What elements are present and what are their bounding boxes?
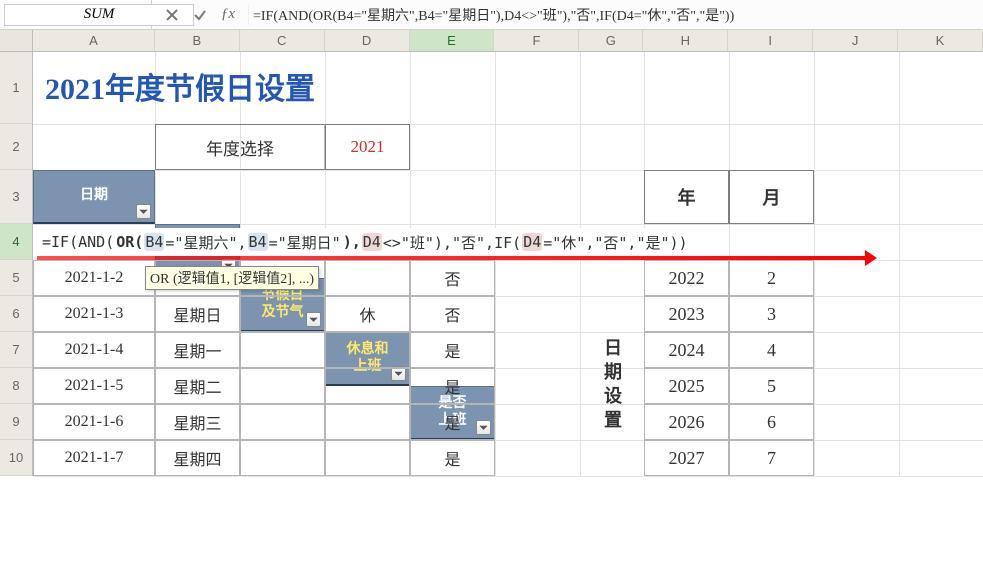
row-header-10[interactable]: 10 [0,440,32,476]
table-cell[interactable]: 否 [410,260,495,296]
cancel-icon[interactable] [162,5,182,25]
table-cell[interactable]: 星期日 [155,296,240,332]
select-all-cell[interactable] [0,30,33,51]
col-header-c[interactable]: C [240,30,325,51]
table-cell[interactable]: 是 [410,332,495,368]
right-month-cell[interactable]: 7 [729,440,814,476]
row-header-2[interactable]: 2 [0,124,32,170]
col-header-a[interactable]: A [33,30,155,51]
cell-formula-editing[interactable]: =IF(AND(OR( B4 ="星期六", B4 ="星期日"), D4 <>… [37,228,693,256]
year-select-value[interactable]: 2021 [325,124,410,170]
page-title: 2021年度节假日设置 [45,64,315,108]
table-cell[interactable] [240,368,325,404]
column-headers: A B C D E F G H I J K [0,30,983,52]
accept-icon[interactable] [190,5,210,25]
grid[interactable]: 2021年度节假日设置 年度选择2021日期星期节假日 及节气休息和 上班是否 … [33,52,983,476]
col-header-j[interactable]: J [813,30,898,51]
row-header-3[interactable]: 3 [0,170,32,224]
right-month-cell[interactable]: 5 [729,368,814,404]
table-cell[interactable]: 2021-1-2 [33,260,155,296]
year-select-label: 年度选择 [155,124,325,170]
row-headers: 12345678910 [0,52,33,476]
right-year-cell[interactable]: 2025 [644,368,729,404]
formula-bar: ƒx =IF(AND(OR(B4="星期六",B4="星期日"),D4<>"班"… [0,0,983,30]
right-month-cell[interactable]: 6 [729,404,814,440]
table-cell[interactable]: 星期二 [155,368,240,404]
function-tooltip: OR (逻辑值1, [逻辑值2], ...) [145,266,319,290]
table-cell[interactable]: 2021-1-6 [33,404,155,440]
col-header-d[interactable]: D [325,30,410,51]
col-header-f[interactable]: F [494,30,579,51]
table-header-date: 日期 [33,170,155,224]
table-cell[interactable] [325,368,410,404]
table-cell[interactable] [240,404,325,440]
col-header-h[interactable]: H [643,30,728,51]
col-header-i[interactable]: I [728,30,813,51]
right-year-cell[interactable]: 2022 [644,260,729,296]
table-cell[interactable]: 2021-1-4 [33,332,155,368]
row-header-1[interactable]: 1 [0,52,32,124]
right-header-month: 月 [729,170,814,224]
right-year-cell[interactable]: 2026 [644,404,729,440]
table-cell[interactable]: 星期四 [155,440,240,476]
col-header-e[interactable]: E [410,30,495,51]
fx-icon[interactable]: ƒx [218,5,238,25]
date-settings-label: 日期设置 [580,296,644,476]
right-year-cell[interactable]: 2027 [644,440,729,476]
row-header-8[interactable]: 8 [0,368,32,404]
table-cell[interactable]: 是 [410,440,495,476]
col-header-k[interactable]: K [898,30,983,51]
right-month-cell[interactable]: 4 [729,332,814,368]
right-month-cell[interactable]: 3 [729,296,814,332]
table-cell[interactable]: 星期三 [155,404,240,440]
table-cell[interactable] [240,440,325,476]
right-year-cell[interactable]: 2023 [644,296,729,332]
row-header-5[interactable]: 5 [0,260,32,296]
right-year-cell[interactable]: 2024 [644,332,729,368]
table-cell[interactable]: 是 [410,404,495,440]
table-cell[interactable] [240,296,325,332]
right-month-cell[interactable]: 2 [729,260,814,296]
row-header-7[interactable]: 7 [0,332,32,368]
table-cell[interactable]: 否 [410,296,495,332]
table-cell[interactable] [325,260,410,296]
table-cell[interactable]: 休 [325,296,410,332]
table-cell[interactable] [325,440,410,476]
table-cell[interactable]: 2021-1-7 [33,440,155,476]
row-header-6[interactable]: 6 [0,296,32,332]
table-cell[interactable]: 2021-1-5 [33,368,155,404]
table-cell[interactable]: 星期一 [155,332,240,368]
row-header-4[interactable]: 4 [0,224,32,260]
table-cell[interactable] [325,404,410,440]
col-header-g[interactable]: G [579,30,643,51]
filter-dropdown-icon[interactable] [136,204,151,219]
table-cell[interactable] [325,332,410,368]
right-header-year: 年 [644,170,729,224]
formula-input[interactable]: =IF(AND(OR(B4="星期六",B4="星期日"),D4<>"班"),"… [249,0,983,29]
table-cell[interactable]: 2021-1-3 [33,296,155,332]
table-cell[interactable] [240,332,325,368]
table-cell[interactable]: 是 [410,368,495,404]
row-header-9[interactable]: 9 [0,404,32,440]
col-header-b[interactable]: B [155,30,240,51]
